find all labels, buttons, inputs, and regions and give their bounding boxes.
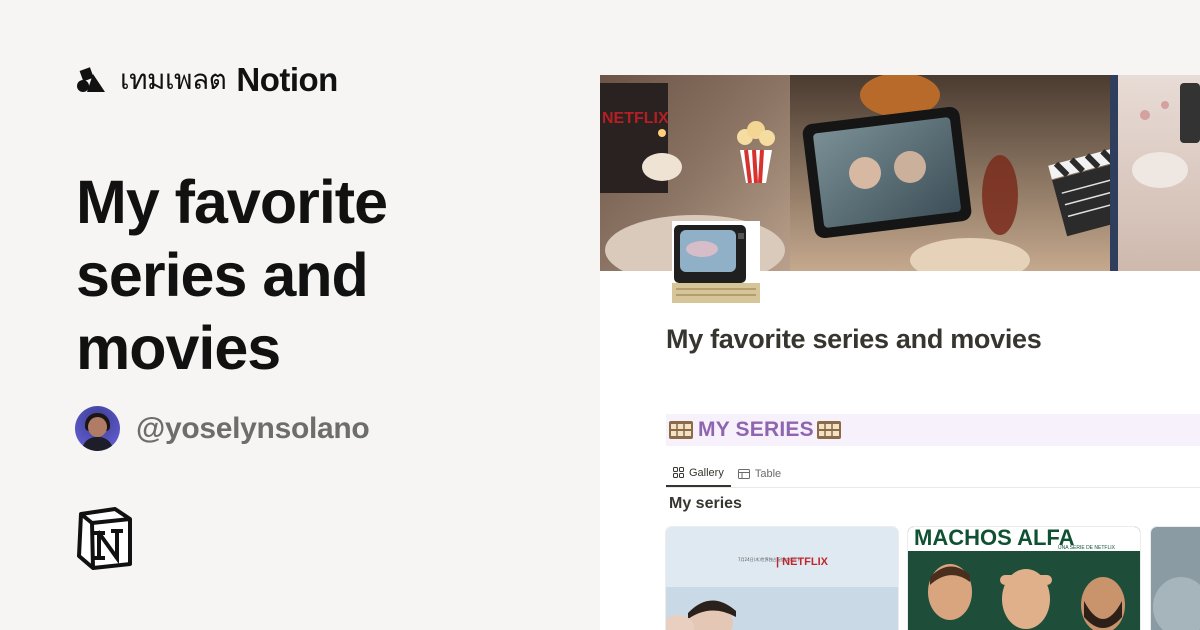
hero-title-line: movies bbox=[76, 314, 281, 382]
cover-netflix-text: NETFLIX bbox=[602, 110, 669, 127]
table-icon bbox=[737, 468, 750, 479]
author-handle[interactable]: @yoselynsolano bbox=[136, 412, 370, 446]
film-frames-icon bbox=[669, 421, 693, 439]
brand-thai-text: เทมเพลต bbox=[120, 63, 227, 96]
poster-netflix-text: | NETFLIX bbox=[776, 556, 829, 568]
hero-title-line: series and bbox=[76, 241, 369, 309]
notion-logo-icon bbox=[77, 507, 132, 570]
callout-heading[interactable]: MY SERIES bbox=[666, 414, 1200, 446]
page-title: My favorite series and movies bbox=[666, 324, 1042, 354]
tab-table[interactable]: Table bbox=[731, 460, 788, 487]
gallery-card[interactable]: 7月24日(木)世界独占配信スタート | NETFLIX bbox=[666, 527, 898, 630]
callout-label: MY SERIES bbox=[698, 418, 814, 441]
notion-template-icon bbox=[77, 67, 105, 92]
view-tabs: Gallery Table bbox=[666, 459, 1200, 488]
gallery-card[interactable] bbox=[1151, 527, 1200, 630]
film-frames-icon bbox=[816, 421, 841, 439]
brand-header: เทมเพลต Notion bbox=[76, 61, 338, 98]
poster-title-text: MACHOS ALFA bbox=[914, 527, 1075, 550]
gallery-title: My series bbox=[669, 495, 742, 512]
gallery-grid-icon bbox=[673, 467, 684, 478]
tab-gallery[interactable]: Gallery bbox=[666, 460, 731, 487]
notion-page-preview[interactable]: NETFLIX My favorite series and movies MY… bbox=[600, 75, 1200, 630]
poster-small-text: UNA SERIE DE NETFLIX bbox=[1058, 545, 1116, 551]
author-row[interactable]: @yoselynsolano bbox=[75, 406, 370, 451]
retro-tv-icon[interactable] bbox=[672, 221, 760, 307]
avatar bbox=[75, 406, 120, 451]
gallery-card[interactable]: MACHOS ALFA UNA SERIE DE NETFLIX bbox=[908, 527, 1140, 630]
hero-title-line: My favorite bbox=[76, 168, 388, 236]
tab-table-label: Table bbox=[754, 467, 782, 480]
hero-title: My favorite series and movies bbox=[76, 166, 546, 385]
brand-notion-text: Notion bbox=[236, 61, 338, 98]
tab-gallery-label: Gallery bbox=[689, 466, 724, 479]
